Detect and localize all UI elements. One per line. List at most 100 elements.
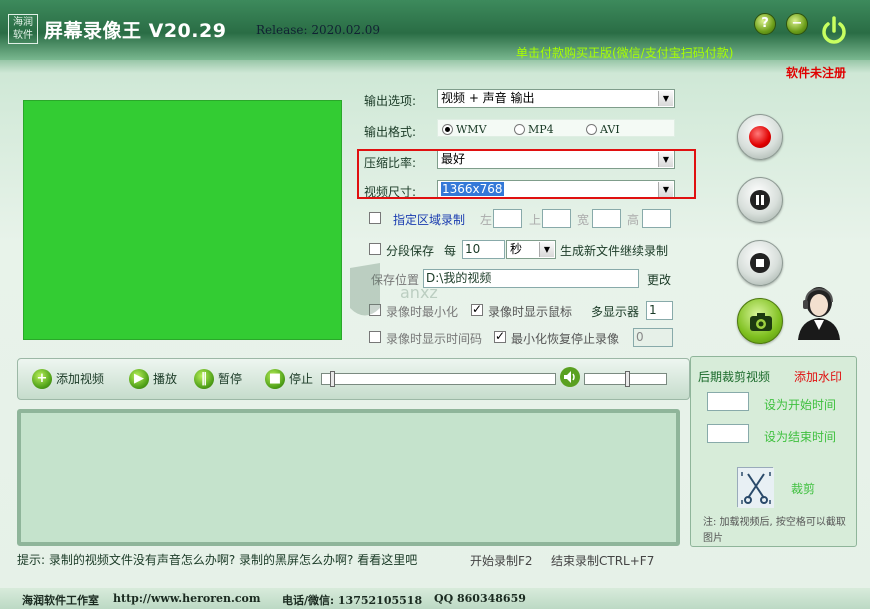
pause-icon: ‖	[194, 369, 214, 389]
format-radio-group: WMV MP4 AVI	[437, 119, 675, 137]
radio-selected-icon	[442, 124, 453, 135]
height-input[interactable]	[642, 209, 671, 228]
video-list-area[interactable]	[17, 409, 680, 546]
segment-unit-select[interactable]: 秒 ▼	[506, 240, 556, 259]
camera-icon	[750, 313, 772, 331]
format-radio-mp4[interactable]: MP4	[514, 122, 554, 136]
screen-preview	[23, 100, 342, 340]
region-label: 指定区域录制	[393, 213, 466, 227]
format-wmv-label: WMV	[456, 123, 487, 136]
restore-stop-checkbox[interactable]	[494, 329, 506, 343]
svg-text:anxz: anxz	[400, 283, 438, 302]
cut-button[interactable]: 裁剪	[791, 480, 815, 497]
help-button[interactable]: ?	[754, 13, 776, 35]
segment-suffix: 生成新文件继续录制	[560, 244, 669, 258]
end-record-hotkey: 结束录制CTRL+F7	[551, 554, 655, 568]
progress-slider[interactable]	[321, 371, 556, 387]
height-label: 高	[627, 213, 640, 227]
progress-slider-thumb[interactable]	[330, 371, 335, 387]
segment-checkbox[interactable]	[369, 243, 381, 255]
record-button[interactable]	[737, 114, 783, 160]
save-path-input[interactable]: D:\我的视频	[423, 269, 639, 288]
pause-button[interactable]: ‖ 暂停	[194, 368, 254, 390]
format-radio-wmv[interactable]: WMV	[442, 122, 487, 136]
format-mp4-label: MP4	[528, 123, 554, 136]
chevron-down-icon: ▼	[539, 242, 554, 257]
release-date: Release: 2020.02.09	[256, 23, 381, 37]
volume-icon[interactable]	[560, 367, 580, 387]
hint-link[interactable]: 提示: 录制的视频文件没有声音怎么办啊? 录制的黑屏怎么办啊? 看看这里吧	[17, 553, 417, 567]
highlight-frame	[357, 149, 696, 199]
set-end-button[interactable]: 设为结束时间	[764, 428, 836, 445]
restore-stop-label: 最小化恢复停止录像	[511, 332, 620, 346]
stop-icon: ■	[265, 369, 285, 389]
studio-name: 海润软件工作室	[22, 594, 99, 607]
volume-slider[interactable]	[584, 371, 667, 387]
website-link[interactable]: http://www.heroren.com	[113, 592, 261, 605]
post-edit-panel: 后期裁剪视频 添加水印 设为开始时间 设为结束时间 裁剪 注: 加载视频后, 按…	[690, 356, 857, 547]
minimize-button[interactable]: −	[786, 13, 808, 35]
multi-display-label: 多显示器	[591, 305, 640, 319]
pause-label: 暂停	[218, 372, 243, 386]
change-path-button[interactable]: 更改	[647, 271, 671, 288]
app-logo: 海润 软件	[8, 14, 38, 44]
width-label: 宽	[577, 213, 590, 227]
cut-note: 注: 加载视频后, 按空格可以截取图片	[703, 517, 846, 544]
start-record-hotkey: 开始录制F2	[470, 554, 533, 568]
logo-line-2: 软件	[13, 30, 33, 41]
stop-record-button[interactable]	[737, 240, 783, 286]
scissors-icon[interactable]	[737, 467, 774, 508]
output-option-label: 输出选项:	[364, 94, 417, 108]
region-checkbox[interactable]	[369, 212, 381, 224]
start-time-input[interactable]	[707, 392, 749, 411]
pause-icon	[750, 190, 770, 210]
support-agent-icon[interactable]	[794, 284, 844, 340]
plus-icon: +	[32, 369, 52, 389]
pause-record-button[interactable]	[737, 177, 783, 223]
segment-label: 分段保存	[386, 244, 435, 258]
segment-input[interactable]: 10	[462, 240, 505, 259]
chevron-down-icon: ▼	[658, 91, 673, 106]
multi-display-input[interactable]: 1	[646, 301, 673, 320]
play-button[interactable]: ▶ 播放	[129, 368, 189, 390]
hint-row: 提示: 录制的视频文件没有声音怎么办啊? 录制的黑屏怎么办啊? 看看这里吧	[17, 551, 417, 568]
play-icon: ▶	[129, 369, 149, 389]
left-input[interactable]	[493, 209, 522, 228]
stop-button[interactable]: ■ 停止	[265, 368, 319, 390]
radio-icon	[586, 124, 597, 135]
format-avi-label: AVI	[600, 123, 620, 136]
top-input[interactable]	[542, 209, 571, 228]
set-start-button[interactable]: 设为开始时间	[764, 396, 836, 413]
top-label: 上	[529, 213, 542, 227]
end-time-input[interactable]	[707, 424, 749, 443]
output-option-select[interactable]: 视频 + 声音 输出 ▼	[437, 89, 675, 108]
left-label: 左	[480, 213, 493, 227]
footer-bar: 海润软件工作室 http://www.heroren.com 电话/微信: 13…	[0, 588, 870, 609]
volume-slider-thumb[interactable]	[625, 371, 630, 387]
stop-icon	[750, 253, 770, 273]
qq-contact: QQ 860348659	[434, 592, 526, 605]
unregistered-label: 软件未注册	[786, 66, 847, 80]
record-icon	[749, 126, 771, 148]
post-cut-label: 后期裁剪视频	[698, 370, 771, 384]
add-watermark-button[interactable]: 添加水印	[794, 368, 842, 385]
add-video-label: 添加视频	[56, 372, 105, 386]
buy-link[interactable]: 单击付款购买正版(微信/支付宝扫码付款)	[516, 44, 733, 61]
format-radio-avi[interactable]: AVI	[586, 122, 620, 136]
watermark-logo: anxz	[340, 258, 450, 338]
screenshot-button[interactable]	[737, 298, 783, 344]
show-cursor-checkbox[interactable]	[471, 302, 483, 316]
play-label: 播放	[153, 372, 178, 386]
every-label: 每	[444, 244, 457, 258]
stop-value-input[interactable]: 0	[633, 328, 673, 347]
segment-unit-value: 秒	[510, 242, 523, 256]
output-format-label: 输出格式:	[364, 125, 417, 139]
player-toolbar: + 添加视频 ▶ 播放 ‖ 暂停 ■ 停止	[17, 358, 690, 400]
radio-icon	[514, 124, 525, 135]
add-video-button[interactable]: + 添加视频	[32, 368, 120, 390]
width-input[interactable]	[592, 209, 621, 228]
show-cursor-label: 录像时显示鼠标	[488, 305, 573, 319]
power-icon[interactable]	[818, 15, 850, 47]
app-title: 屏幕录像王 V20.29	[44, 20, 227, 42]
phone-contact: 电话/微信: 13752105518	[282, 594, 423, 607]
